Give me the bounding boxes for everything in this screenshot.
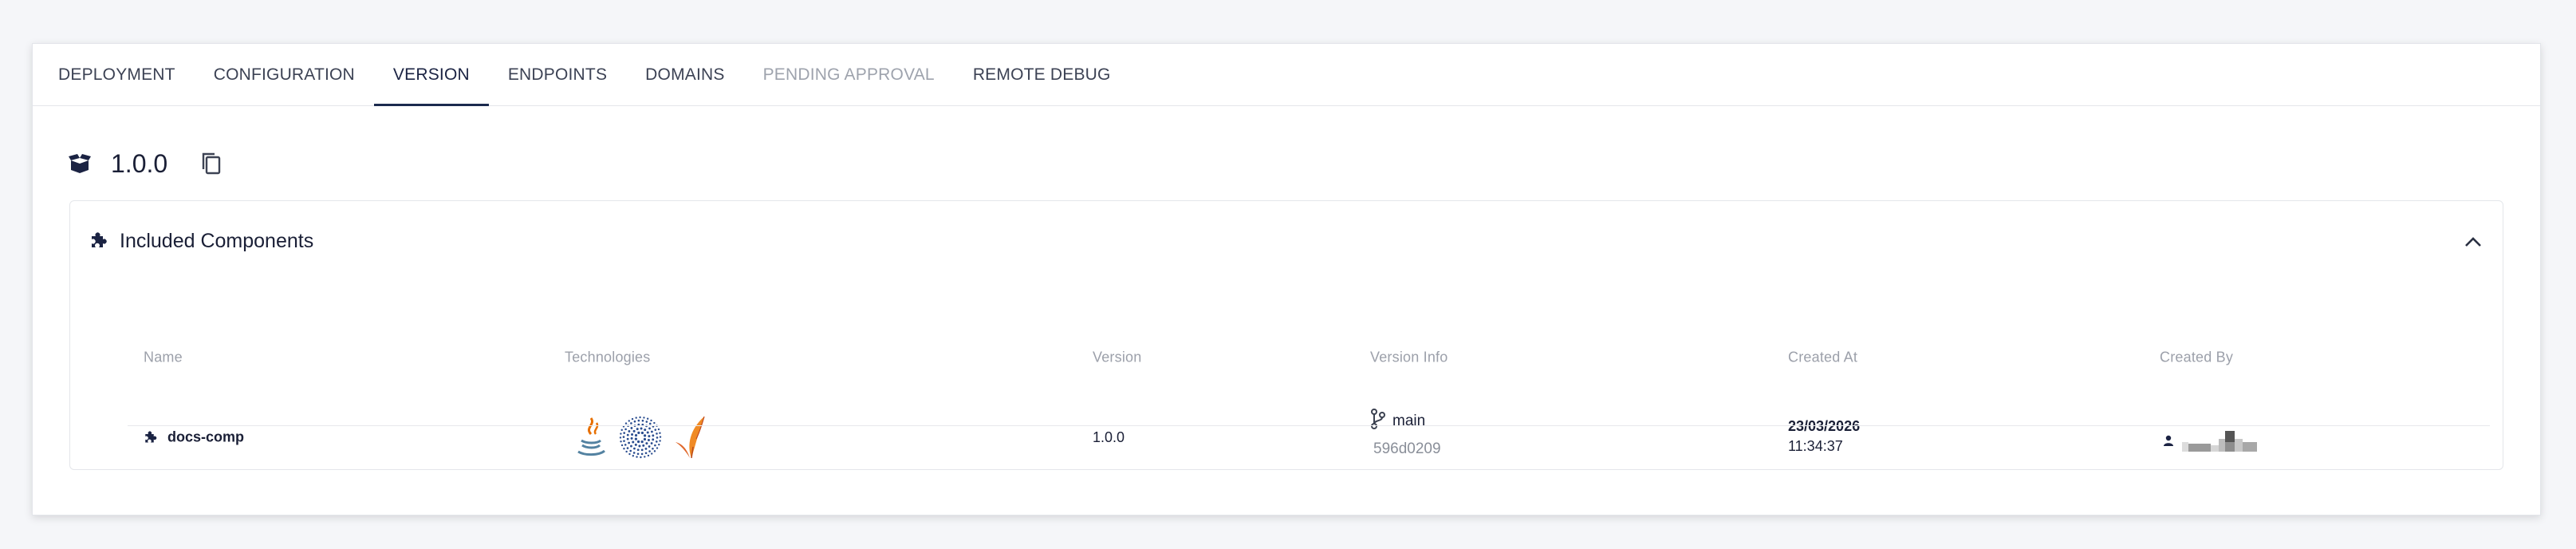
chevron-up-icon[interactable]: [2461, 230, 2485, 254]
tab-remote-debug[interactable]: REMOTE DEBUG: [954, 44, 1130, 105]
component-version: 1.0.0: [1093, 429, 1125, 445]
created-date: 23/03/2026: [1788, 418, 1861, 434]
spark-icon: [619, 414, 662, 460]
component-name-cell: docs-comp: [144, 429, 244, 446]
branch-name: main: [1392, 412, 1426, 429]
git-branch-icon: [1370, 409, 1386, 433]
puzzle-icon: [89, 231, 108, 251]
version-header: 1.0.0: [68, 144, 225, 183]
version-title: 1.0.0: [111, 148, 168, 178]
row-divider: [128, 425, 2490, 426]
panel-title: Included Components: [120, 229, 314, 252]
box-open-icon: [68, 154, 92, 173]
tab-endpoints[interactable]: ENDPOINTS: [489, 44, 626, 105]
column-header-created-at: Created At: [1788, 349, 1858, 365]
created-time: 11:34:37: [1788, 438, 1843, 454]
column-header-version: Version: [1093, 349, 1142, 365]
tab-pending-approval: PENDING APPROVAL: [762, 65, 935, 84]
column-header-created-by: Created By: [2160, 349, 2234, 365]
included-components-panel: Included Components Name Technologies Ve…: [69, 200, 2503, 470]
copy-icon[interactable]: [198, 150, 225, 177]
version-card: DEPLOYMENT CONFIGURATION VERSION ENDPOIN…: [32, 43, 2541, 515]
column-header-version-info: Version Info: [1370, 349, 1448, 365]
tab-domains[interactable]: DOMAINS: [626, 44, 743, 105]
panel-header[interactable]: Included Components: [70, 201, 2503, 281]
java-icon: [569, 414, 612, 460]
kafka-icon: [668, 414, 711, 460]
avatar: [2182, 431, 2257, 452]
tab-version[interactable]: VERSION: [373, 44, 489, 106]
puzzle-icon: [144, 430, 158, 444]
tab-configuration[interactable]: CONFIGURATION: [195, 44, 374, 105]
column-header-name: Name: [144, 349, 183, 365]
created-by-cell: [2163, 431, 2257, 452]
tab-deployment[interactable]: DEPLOYMENT: [39, 44, 195, 105]
component-name-link[interactable]: docs-comp: [167, 429, 244, 446]
commit-hash: 596d0209: [1373, 440, 1441, 457]
branch-info: main: [1370, 409, 1425, 433]
technologies-cell: [569, 414, 718, 460]
user-icon: [2163, 433, 2174, 450]
tab-bar: DEPLOYMENT CONFIGURATION VERSION ENDPOIN…: [33, 44, 2540, 106]
column-header-technologies: Technologies: [565, 349, 651, 365]
